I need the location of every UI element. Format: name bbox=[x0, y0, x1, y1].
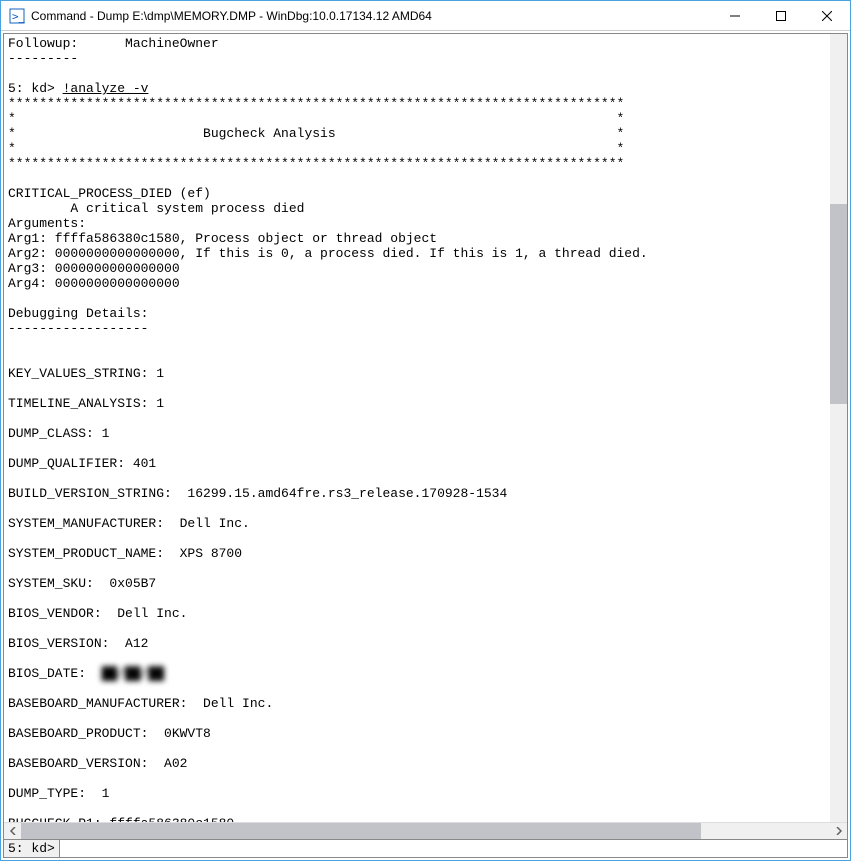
scroll-right-arrow[interactable] bbox=[830, 823, 847, 840]
text: BIOS_VENDOR: Dell Inc. bbox=[8, 606, 187, 621]
text: TIMELINE_ANALYSIS: 1 bbox=[8, 396, 164, 411]
titlebar[interactable]: >_ Command - Dump E:\dmp\MEMORY.DMP - Wi… bbox=[1, 1, 850, 31]
horizontal-scrollbar-thumb[interactable] bbox=[21, 823, 701, 839]
text: BUILD_VERSION_STRING: 16299.15.amd64fre.… bbox=[8, 486, 507, 501]
text: Arg4: 0000000000000000 bbox=[8, 276, 180, 291]
text: BIOS_VERSION: A12 bbox=[8, 636, 148, 651]
window-controls bbox=[712, 1, 850, 30]
command-input[interactable] bbox=[60, 840, 847, 857]
text: DUMP_CLASS: 1 bbox=[8, 426, 109, 441]
text: Arg3: 0000000000000000 bbox=[8, 261, 180, 276]
vertical-scrollbar-thumb[interactable] bbox=[830, 204, 847, 404]
text: Arg2: 0000000000000000, If this is 0, a … bbox=[8, 246, 648, 261]
command-text: !analyze -v bbox=[63, 81, 149, 96]
text: DUMP_QUALIFIER: 401 bbox=[8, 456, 156, 471]
text: Debugging Details: bbox=[8, 306, 148, 321]
content-area: Followup: MachineOwner --------- 5: kd> … bbox=[3, 33, 848, 858]
text: ------------------ bbox=[8, 321, 148, 336]
text: Arguments: bbox=[8, 216, 86, 231]
vertical-scrollbar[interactable] bbox=[830, 34, 847, 822]
text: ****************************************… bbox=[8, 96, 624, 111]
text: DUMP_TYPE: 1 bbox=[8, 786, 109, 801]
text: Arg1: ffffa586380c1580, Process object o… bbox=[8, 231, 437, 246]
command-input-row: 5: kd> bbox=[4, 839, 847, 857]
text: * Bugcheck Analysis * bbox=[8, 126, 624, 141]
debug-output[interactable]: Followup: MachineOwner --------- 5: kd> … bbox=[4, 34, 830, 822]
text: KEY_VALUES_STRING: 1 bbox=[8, 366, 164, 381]
command-prompt: 5: kd> bbox=[4, 840, 60, 857]
app-icon: >_ bbox=[9, 8, 25, 24]
text: SYSTEM_SKU: 0x05B7 bbox=[8, 576, 156, 591]
text: BASEBOARD_PRODUCT: 0KWVT8 bbox=[8, 726, 211, 741]
horizontal-scrollbar[interactable] bbox=[4, 822, 847, 839]
horizontal-scrollbar-track[interactable] bbox=[21, 823, 830, 839]
text: SYSTEM_MANUFACTURER: Dell Inc. bbox=[8, 516, 250, 531]
svg-text:>_: >_ bbox=[12, 10, 25, 23]
text: BASEBOARD_MANUFACTURER: Dell Inc. bbox=[8, 696, 273, 711]
text: 5: kd> bbox=[8, 81, 63, 96]
text: Followup: bbox=[8, 36, 78, 51]
window-title: Command - Dump E:\dmp\MEMORY.DMP - WinDb… bbox=[31, 9, 712, 23]
text: BIOS_DATE: bbox=[8, 666, 102, 681]
windbg-command-window: >_ Command - Dump E:\dmp\MEMORY.DMP - Wi… bbox=[0, 0, 851, 861]
text: * * bbox=[8, 141, 624, 156]
text: --------- bbox=[8, 51, 78, 66]
bios-date-redacted: ██/██/██ bbox=[102, 666, 164, 681]
text: MachineOwner bbox=[125, 36, 219, 51]
text: BASEBOARD_VERSION: A02 bbox=[8, 756, 187, 771]
text: A critical system process died bbox=[8, 201, 304, 216]
minimize-button[interactable] bbox=[712, 1, 758, 30]
scroll-left-arrow[interactable] bbox=[4, 823, 21, 840]
output-wrap: Followup: MachineOwner --------- 5: kd> … bbox=[4, 34, 847, 822]
close-button[interactable] bbox=[804, 1, 850, 30]
text: CRITICAL_PROCESS_DIED (ef) bbox=[8, 186, 211, 201]
text: ****************************************… bbox=[8, 156, 624, 171]
text: * * bbox=[8, 111, 624, 126]
maximize-button[interactable] bbox=[758, 1, 804, 30]
text: SYSTEM_PRODUCT_NAME: XPS 8700 bbox=[8, 546, 242, 561]
